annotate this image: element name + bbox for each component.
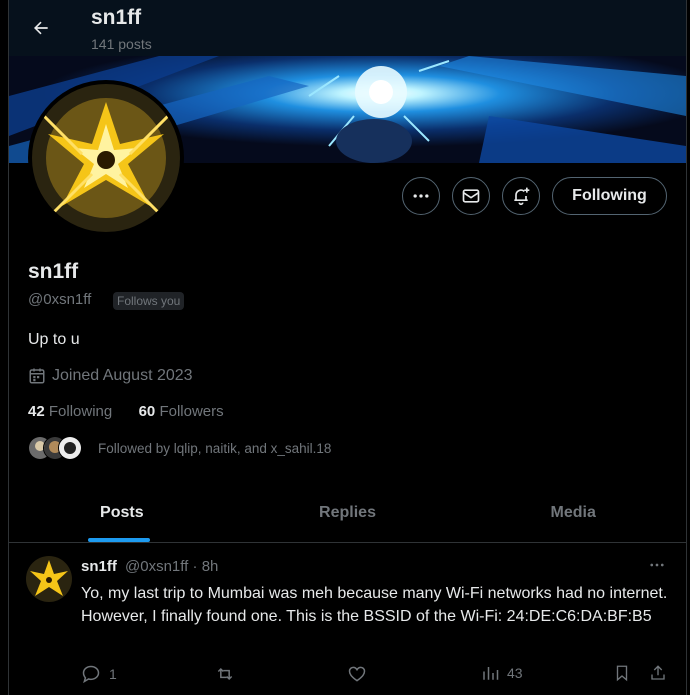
profile-page: sn1ff 141 posts Following sn1ff @0xsn1ff…	[8, 0, 687, 695]
following-link[interactable]: 42 Following	[28, 403, 112, 420]
following-button[interactable]: Following	[552, 177, 667, 215]
header-posts-count: 141 posts	[91, 36, 152, 52]
tab-posts[interactable]: Posts	[9, 484, 235, 542]
repost-button[interactable]	[215, 664, 243, 684]
post-header: sn1ff @0xsn1ff · 8h	[81, 558, 219, 575]
active-tab-indicator	[88, 538, 150, 542]
top-bar: sn1ff 141 posts	[9, 0, 686, 56]
repost-icon	[215, 664, 235, 684]
more-icon	[411, 186, 431, 206]
tab-media[interactable]: Media	[460, 484, 686, 542]
notification-bell-icon	[511, 186, 531, 206]
followed-by-row[interactable]: Followed by lqlip, naitik, and x_sahil.1…	[28, 436, 331, 460]
share-icon	[649, 664, 667, 682]
followed-by-text: Followed by lqlip, naitik, and x_sahil.1…	[98, 440, 332, 456]
post-author-handle[interactable]: @0xsn1ff	[125, 558, 188, 575]
back-arrow-icon[interactable]	[27, 14, 55, 42]
follow-stats: 42 Following 60 Followers	[28, 403, 224, 420]
reply-button[interactable]: 1	[81, 664, 117, 684]
views-icon	[481, 664, 499, 682]
joined-text: Joined August 2023	[52, 367, 193, 384]
profile-tabs: Posts Replies Media	[9, 484, 686, 543]
bookmark-button[interactable]	[613, 664, 631, 682]
calendar-icon	[28, 367, 46, 385]
share-button[interactable]	[649, 664, 667, 682]
post-avatar[interactable]	[26, 556, 72, 602]
joined-date: Joined August 2023	[28, 367, 193, 385]
profile-display-name: sn1ff	[28, 260, 79, 283]
post-text: Yo, my last trip to Mumbai was meh becau…	[81, 585, 668, 625]
tab-replies[interactable]: Replies	[235, 484, 461, 542]
more-options-button[interactable]	[402, 177, 440, 215]
like-button[interactable]	[347, 664, 375, 684]
post-item[interactable]: sn1ff @0xsn1ff · 8h Yo, my last trip to …	[9, 543, 686, 695]
profile-handle: @0xsn1ff	[28, 291, 92, 308]
header-name: sn1ff	[91, 6, 142, 29]
views-button[interactable]: 43	[481, 664, 523, 682]
more-icon[interactable]	[647, 555, 667, 575]
post-author-name[interactable]: sn1ff	[81, 558, 117, 575]
followers-link[interactable]: 60 Followers	[139, 403, 224, 420]
mail-icon	[461, 186, 481, 206]
bookmark-icon	[613, 664, 631, 682]
profile-bio: Up to u	[28, 331, 80, 348]
notifications-button[interactable]	[502, 177, 540, 215]
message-button[interactable]	[452, 177, 490, 215]
reply-icon	[81, 664, 101, 684]
like-icon	[347, 664, 367, 684]
follows-you-badge: Follows you	[113, 292, 185, 310]
follower-avatar	[58, 436, 82, 460]
profile-avatar[interactable]	[28, 80, 184, 236]
post-time[interactable]: 8h	[202, 558, 219, 575]
